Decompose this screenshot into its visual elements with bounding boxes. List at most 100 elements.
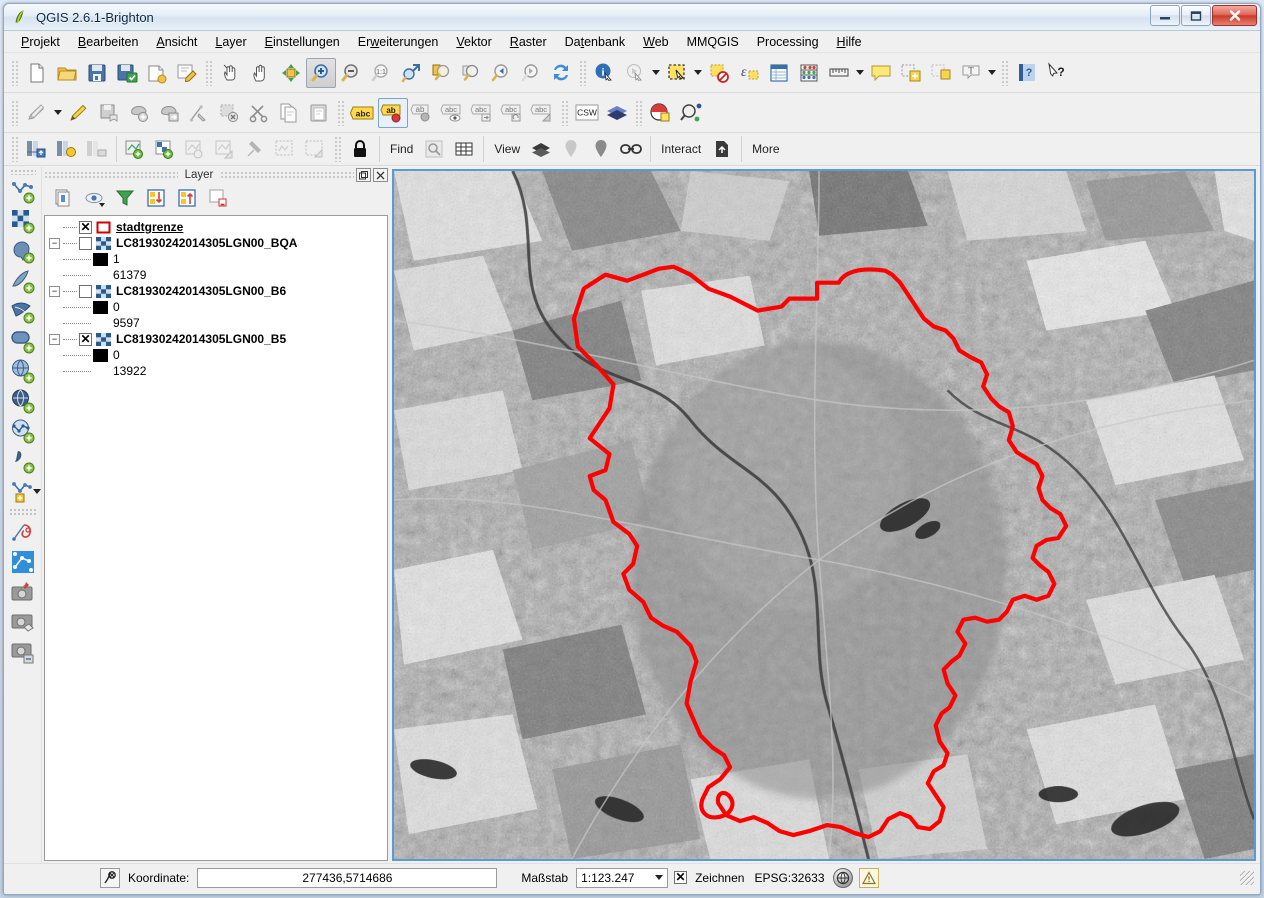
save-project-as-icon[interactable] xyxy=(112,58,142,88)
add-postgis-layer-icon[interactable] xyxy=(8,236,38,266)
move-feature-icon[interactable] xyxy=(154,98,184,128)
node-tool-icon[interactable] xyxy=(184,98,214,128)
photo-export-icon[interactable] xyxy=(8,637,38,667)
interact-label[interactable]: Interact xyxy=(655,142,707,156)
text-annotation-icon[interactable]: T xyxy=(956,58,986,88)
copy-features-icon[interactable] xyxy=(274,98,304,128)
interact-upload-icon[interactable] xyxy=(707,134,737,164)
run-action-dropdown-arrow-icon[interactable] xyxy=(650,58,662,88)
layer-tree[interactable]: ✕ stadtgrenze − LC81930242014305LGN00_BQ… xyxy=(44,215,388,861)
openlayers-plugin-icon[interactable] xyxy=(602,98,632,128)
menu-mmqgis[interactable]: MMQGIS xyxy=(678,33,748,51)
toolbar-grip-misc[interactable] xyxy=(635,99,643,126)
layer-tree-item-b5[interactable]: − ✕ LC81930242014305LGN00_B5 xyxy=(45,331,387,347)
select-by-expression-icon[interactable]: ε xyxy=(734,58,764,88)
lock-icon[interactable] xyxy=(345,134,375,164)
layer-visibility-checkbox-stadtgrenze[interactable]: ✕ xyxy=(79,220,92,234)
remove-layer-icon[interactable] xyxy=(205,185,231,211)
layer-expand-toggle-bqa[interactable]: − xyxy=(49,237,60,249)
delete-selected-icon[interactable] xyxy=(214,98,244,128)
warning-icon[interactable] xyxy=(858,867,879,888)
window-resize-grip[interactable] xyxy=(1240,870,1254,885)
toolbar-grip-attributes[interactable] xyxy=(579,59,587,86)
more-label[interactable]: More xyxy=(746,142,785,156)
save-project-icon[interactable] xyxy=(82,58,112,88)
view-marker-faint-icon[interactable] xyxy=(556,134,586,164)
scale-combo[interactable]: 1:123.247 xyxy=(576,867,669,888)
layer-visibility-checkbox-b5[interactable]: ✕ xyxy=(79,332,92,346)
layer-visibility-checkbox-bqa[interactable] xyxy=(79,236,92,250)
change-label-icon[interactable]: abc xyxy=(528,98,558,128)
menu-bearbeiten[interactable]: Bearbeiten xyxy=(69,33,147,51)
toolbar-grip-plugins[interactable] xyxy=(561,99,569,126)
node-settings-icon[interactable] xyxy=(181,134,211,164)
layer-labeling-icon[interactable]: abc xyxy=(348,98,378,128)
deselect-features-icon[interactable] xyxy=(704,58,734,88)
add-raster-layer-icon[interactable] xyxy=(8,206,38,236)
expand-all-icon[interactable] xyxy=(143,185,169,211)
layer-tree-item-b6[interactable]: − LC81930242014305LGN00_B6 xyxy=(45,283,387,299)
identify-features-icon[interactable]: i xyxy=(590,58,620,88)
view-marker-icon[interactable] xyxy=(586,134,616,164)
zoom-in-icon[interactable] xyxy=(306,57,336,88)
select-dropdown-arrow-icon[interactable] xyxy=(692,58,704,88)
raster-local-stretch-icon[interactable] xyxy=(82,134,112,164)
measure-line-icon[interactable] xyxy=(824,58,854,88)
menu-projekt[interactable]: PProjektrojekt xyxy=(12,33,69,51)
close-button[interactable] xyxy=(1212,5,1257,26)
move-label-icon[interactable]: abc xyxy=(468,98,498,128)
rotate-label-icon[interactable]: abc xyxy=(498,98,528,128)
panel-close-button[interactable] xyxy=(373,168,388,182)
highlight-labels-icon[interactable]: ab xyxy=(408,98,438,128)
view-layers-icon[interactable] xyxy=(526,134,556,164)
layer-visibility-checkbox-b6[interactable] xyxy=(79,284,92,298)
add-mssql-layer-icon[interactable] xyxy=(8,296,38,326)
save-layer-edits-icon[interactable] xyxy=(94,98,124,128)
view-label[interactable]: View xyxy=(488,142,526,156)
new-bookmark-icon[interactable] xyxy=(896,58,926,88)
composer-manager-icon[interactable] xyxy=(172,58,202,88)
georeferencer-icon[interactable] xyxy=(646,98,676,128)
csw-catalog-icon[interactable]: CSW xyxy=(572,98,602,128)
zoom-to-selection-icon[interactable] xyxy=(426,58,456,88)
toolbar-grip[interactable] xyxy=(11,59,19,86)
manage-layer-visibility-icon[interactable] xyxy=(81,185,107,211)
zoom-last-icon[interactable] xyxy=(486,58,516,88)
menu-raster[interactable]: Raster xyxy=(501,33,556,51)
map-tips-icon[interactable] xyxy=(866,58,896,88)
coordinate-capture-icon[interactable] xyxy=(100,867,120,888)
layer-expand-toggle-b6[interactable]: − xyxy=(49,285,60,297)
find-label[interactable]: Find xyxy=(384,142,419,156)
current-edits-icon[interactable] xyxy=(22,98,52,128)
new-memory-layer-icon[interactable] xyxy=(8,517,38,547)
menu-erweiterungen[interactable]: Erweiterungen xyxy=(349,33,448,51)
add-feature-icon[interactable] xyxy=(124,98,154,128)
maximize-button[interactable] xyxy=(1181,5,1211,26)
lay er-name-bqa[interactable]: LC81930242014305LGN00_BQA xyxy=(116,236,297,250)
toolbar-grip-nav[interactable] xyxy=(205,59,213,86)
add-vector-node-icon[interactable] xyxy=(121,134,151,164)
raster-brightness-icon[interactable] xyxy=(52,134,82,164)
crs-globe-icon[interactable] xyxy=(832,867,853,888)
help-contents-icon[interactable]: ? xyxy=(1012,58,1042,88)
add-photo-pin-icon[interactable] xyxy=(8,577,38,607)
map-canvas[interactable] xyxy=(392,169,1256,861)
open-field-calculator-icon[interactable] xyxy=(794,58,824,88)
add-raster-node-icon[interactable] xyxy=(151,134,181,164)
pin-tool-icon[interactable] xyxy=(241,134,271,164)
annotation-dropdown-arrow-icon[interactable] xyxy=(986,58,998,88)
scale-dropdown-arrow-icon[interactable] xyxy=(650,868,668,887)
pan-map-icon[interactable] xyxy=(246,58,276,88)
add-delimited-text-layer-icon[interactable] xyxy=(8,446,38,476)
zoom-out-icon[interactable] xyxy=(336,58,366,88)
select-features-icon[interactable] xyxy=(662,58,692,88)
panel-drag-handle-left[interactable] xyxy=(44,171,178,179)
layer-expand-toggle-b5[interactable]: − xyxy=(49,333,60,345)
add-wfs-layer-icon[interactable] xyxy=(8,416,38,446)
open-project-icon[interactable] xyxy=(52,58,82,88)
show-hide-labels-icon[interactable]: abc xyxy=(438,98,468,128)
layer-name-stadtgrenze[interactable]: stadtgrenze xyxy=(116,220,183,234)
refresh-icon[interactable] xyxy=(546,58,576,88)
add-vector-layer-icon[interactable] xyxy=(8,176,38,206)
toolbar-grip-interact[interactable] xyxy=(334,136,342,162)
